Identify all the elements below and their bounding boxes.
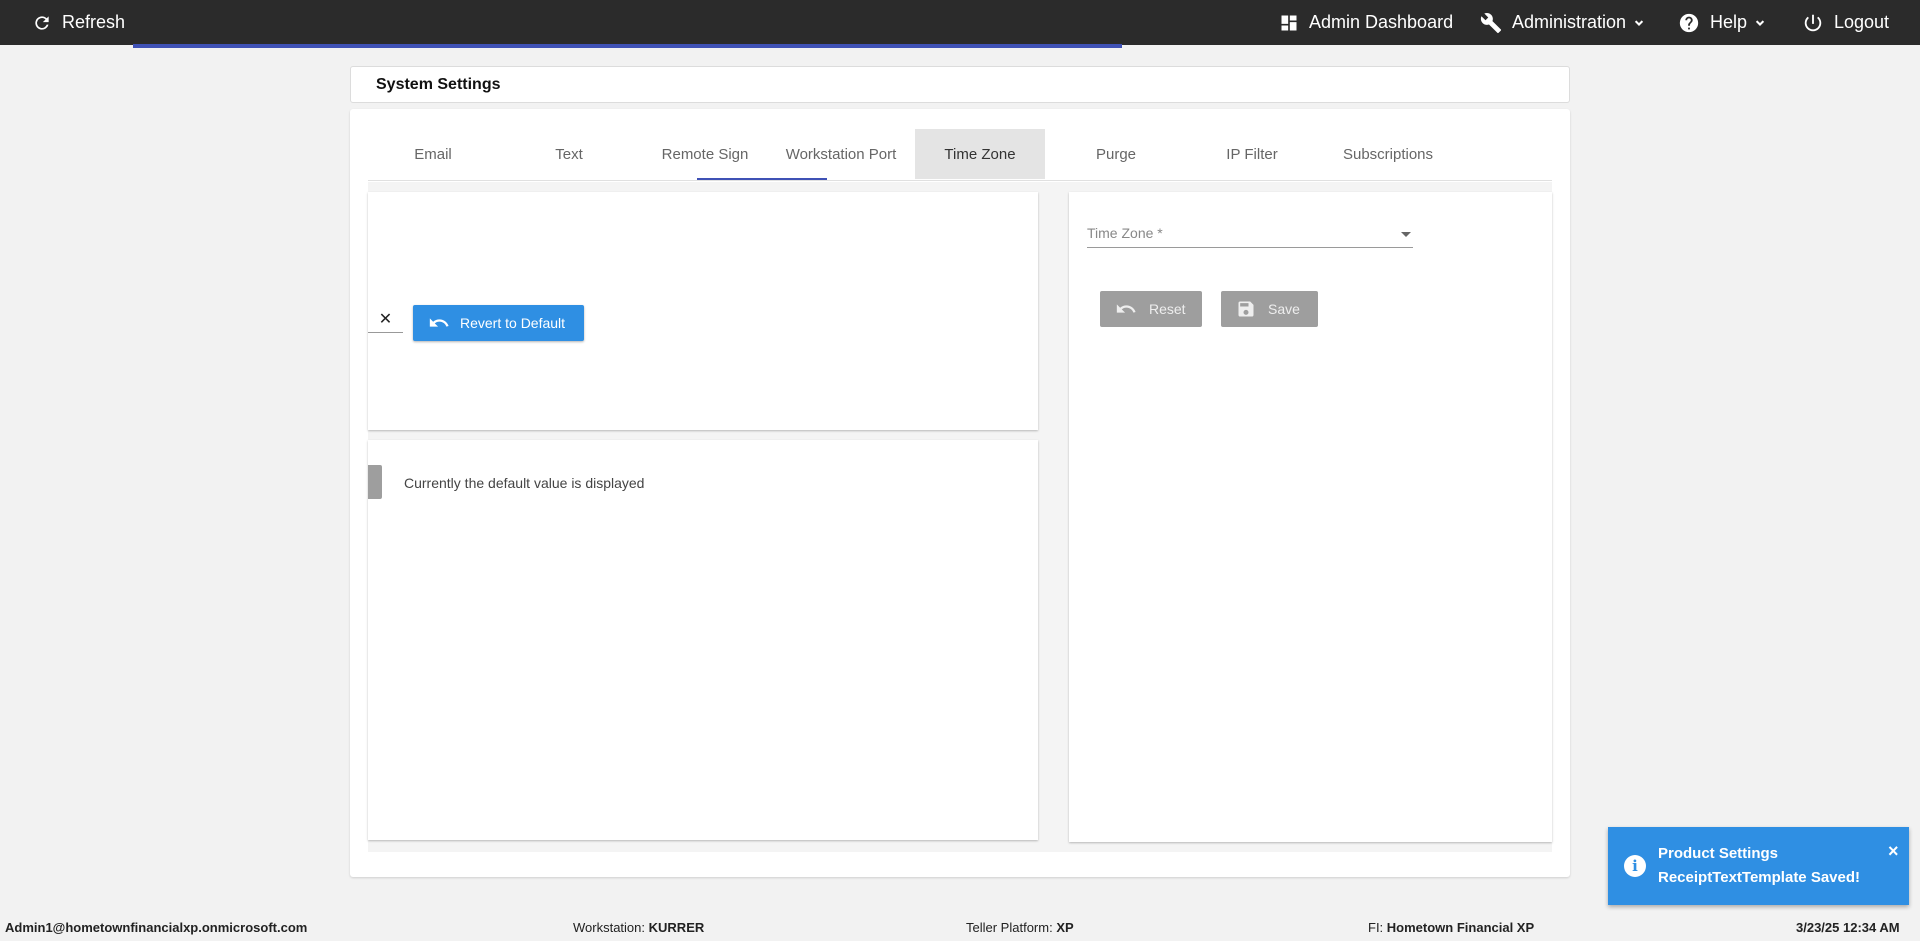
save-label: Save — [1268, 301, 1300, 317]
time-zone-label: Time Zone * — [1087, 225, 1163, 241]
tab-text[interactable]: Text — [504, 129, 634, 179]
reset-button[interactable]: Reset — [1100, 291, 1202, 327]
footer-user: Admin1@hometownfinancialxp.onmicrosoft.c… — [5, 920, 308, 935]
undo-icon — [429, 318, 449, 327]
tab-purge[interactable]: Purge — [1051, 129, 1181, 179]
clear-button[interactable]: ✕ — [368, 305, 403, 333]
status-footer: Admin1@hometownfinancialxp.onmicrosoft.c… — [0, 916, 1920, 941]
power-icon — [1804, 14, 1822, 31]
administration-menu[interactable]: Administration — [1480, 0, 1646, 45]
settings-tabs: Email Text Remote Sign Workstation Port … — [368, 129, 1552, 181]
system-settings-header: System Settings — [350, 66, 1570, 103]
toast-title: Product Settings — [1658, 845, 1779, 862]
refresh-label: Refresh — [62, 12, 126, 32]
refresh-button[interactable]: Refresh — [32, 0, 125, 45]
help-icon — [1679, 13, 1699, 32]
admin-dashboard-label: Admin Dashboard — [1309, 12, 1454, 32]
tab-workstation-port[interactable]: Workstation Port — [776, 129, 906, 179]
save-icon — [1238, 301, 1254, 317]
logout-button[interactable]: Logout — [1802, 0, 1889, 45]
footer-fi: FI: Hometown Financial XP — [1368, 920, 1535, 935]
logout-label: Logout — [1834, 12, 1890, 32]
notification-toast: i Product Settings ReceiptTextTemplate S… — [1608, 827, 1909, 905]
active-tab-indicator — [697, 178, 827, 180]
tab-remote-sign[interactable]: Remote Sign — [640, 129, 770, 179]
default-status-panel: Currently the default value is displayed — [368, 440, 1038, 840]
info-icon: i — [1624, 855, 1646, 877]
loading-progress-bar — [133, 44, 1122, 48]
settings-card: Email Text Remote Sign Workstation Port … — [350, 109, 1570, 877]
page-title: System Settings — [376, 76, 501, 93]
help-label: Help — [1710, 12, 1748, 32]
tab-content: ✕ Revert to Default Currently the defaul… — [368, 182, 1552, 852]
chevron-down-icon — [1634, 19, 1644, 26]
tab-subscriptions[interactable]: Subscriptions — [1323, 129, 1453, 179]
chevron-down-icon — [1755, 19, 1765, 26]
close-icon: ✕ — [378, 310, 393, 328]
toast-close-icon[interactable]: × — [1888, 841, 1899, 862]
time-zone-panel: Time Zone * Reset Save — [1069, 192, 1552, 842]
wrench-icon — [1480, 12, 1502, 33]
template-editor-panel: ✕ Revert to Default — [368, 192, 1038, 430]
revert-to-default-button[interactable]: Revert to Default — [413, 305, 584, 341]
administration-label: Administration — [1512, 12, 1627, 32]
refresh-icon — [35, 15, 49, 30]
tab-ip-filter[interactable]: IP Filter — [1187, 129, 1317, 179]
top-bar: Refresh Admin Dashboard Administration H… — [0, 0, 1920, 48]
footer-datetime: 3/23/25 12:34 AM — [1796, 920, 1900, 935]
tab-time-zone[interactable]: Time Zone — [915, 129, 1045, 179]
status-indicator — [368, 465, 382, 499]
toast-message: ReceiptTextTemplate Saved! — [1658, 869, 1861, 886]
reset-label: Reset — [1149, 301, 1186, 317]
save-button[interactable]: Save — [1221, 291, 1318, 327]
tab-email[interactable]: Email — [368, 129, 498, 179]
revert-label: Revert to Default — [460, 315, 566, 331]
time-zone-select[interactable] — [1087, 247, 1413, 248]
help-menu[interactable]: Help — [1678, 0, 1767, 45]
footer-platform: Teller Platform: XP — [966, 920, 1074, 935]
dashboard-icon — [1281, 15, 1297, 30]
dropdown-arrow-icon[interactable] — [1401, 232, 1411, 237]
admin-dashboard-link[interactable]: Admin Dashboard — [1279, 0, 1453, 45]
footer-workstation: Workstation: KURRER — [573, 920, 705, 935]
undo-icon — [1116, 304, 1136, 313]
default-value-message: Currently the default value is displayed — [404, 475, 645, 491]
